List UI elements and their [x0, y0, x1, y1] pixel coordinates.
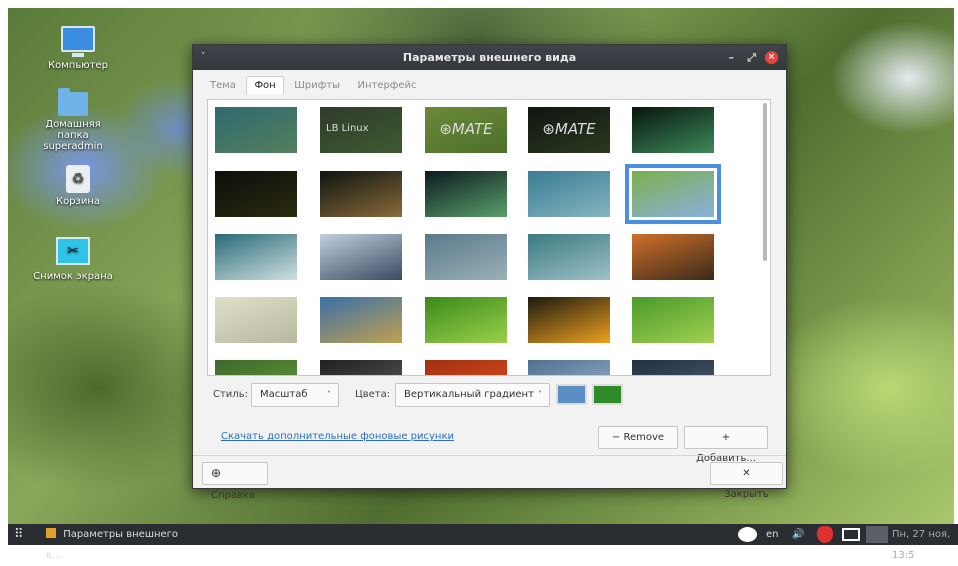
wallpaper-thumb[interactable] — [528, 234, 610, 280]
window-menu-button[interactable]: ˅ — [201, 45, 206, 70]
colors-value: Вертикальный градиент — [404, 389, 534, 400]
wallpaper-caption: LB Linux — [326, 123, 369, 134]
wallpaper-thumb[interactable] — [215, 171, 297, 217]
network-icon[interactable] — [842, 528, 860, 541]
eye-icon[interactable] — [738, 527, 757, 542]
wallpaper-thumb[interactable] — [625, 164, 721, 224]
help-icon: ⊕ — [211, 466, 222, 480]
desktop-icon-home[interactable]: Домашняя папка superadmin — [28, 88, 118, 152]
wallpaper-thumb[interactable] — [528, 360, 610, 375]
gallery-scrollbar[interactable] — [763, 103, 767, 261]
help-label: Справка — [211, 490, 256, 501]
tab-theme[interactable]: Тема — [203, 77, 243, 94]
desktop-icon-label: Снимок экрана — [33, 271, 113, 282]
tab-fonts[interactable]: Шрифты — [287, 77, 347, 94]
style-label: Стиль: — [213, 389, 248, 400]
tab-interface[interactable]: Интерфейс — [351, 77, 424, 94]
style-combobox[interactable]: Масштаб ˅ — [251, 383, 339, 407]
wallpaper-thumb[interactable] — [632, 360, 714, 375]
clock[interactable]: Пн, 27 ноя, 13:5 — [892, 524, 958, 566]
wallpaper-thumb[interactable] — [425, 171, 507, 217]
desktop-icon-computer[interactable]: Компьютер — [33, 26, 123, 71]
minimize-button[interactable]: – — [729, 45, 735, 70]
wallpaper-thumb[interactable] — [528, 297, 610, 343]
task-label: Параметры внешнего в... — [46, 529, 179, 561]
window-title: Параметры внешнего вида — [402, 51, 577, 64]
desktop-icon-trash[interactable]: ♻ Корзина — [33, 165, 123, 207]
appearance-preferences-window: ˅ Параметры внешнего вида – ⤢ × Тема Фон… — [192, 44, 787, 501]
tray-icon — [866, 526, 888, 543]
maximize-button[interactable]: ⤢ — [747, 45, 756, 70]
wallpaper-thumb[interactable] — [320, 171, 402, 217]
chevron-down-icon: ˅ — [538, 390, 542, 399]
keyboard-layout[interactable]: en — [766, 524, 779, 545]
wallpaper-thumb[interactable]: ⊛MATE — [425, 107, 507, 153]
shield-icon[interactable] — [817, 526, 833, 543]
volume-icon[interactable]: 🔊 — [792, 524, 804, 545]
wallpaper-caption: ⊛MATE — [439, 120, 493, 138]
wallpaper-thumb[interactable] — [632, 297, 714, 343]
taskbar-task[interactable]: Параметры внешнего в... — [46, 524, 196, 566]
wallpaper-thumb[interactable] — [215, 297, 297, 343]
remove-button[interactable]: − Remove — [598, 426, 678, 449]
wallpaper-thumb[interactable]: LB Linux — [320, 107, 402, 153]
wallpaper-thumb[interactable] — [632, 107, 714, 153]
home-folder-icon — [58, 88, 88, 116]
download-wallpapers-link[interactable]: Скачать дополнительные фоновые рисунки — [221, 431, 454, 442]
task-app-icon — [46, 528, 56, 538]
monitor-icon — [61, 26, 95, 57]
wallpaper-thumb[interactable] — [632, 234, 714, 280]
wallpaper-thumb[interactable]: ⊛MATE — [528, 107, 610, 153]
tab-background[interactable]: Фон — [246, 76, 284, 94]
wallpaper-thumb[interactable] — [215, 234, 297, 280]
primary-color-button[interactable] — [556, 384, 587, 405]
colors-label: Цвета: — [355, 389, 391, 400]
window-titlebar[interactable]: ˅ Параметры внешнего вида – ⤢ × — [193, 45, 786, 70]
wallpaper-caption: ⊛MATE — [542, 120, 596, 138]
wallpaper-thumb[interactable] — [425, 234, 507, 280]
wallpaper-thumb[interactable] — [215, 360, 297, 375]
trash-icon: ♻ — [66, 165, 90, 193]
wallpaper-gallery[interactable]: LB Linux ⊛MATE ⊛MATE — [207, 99, 771, 376]
close-window-button[interactable]: × — [765, 51, 778, 64]
desktop-icon-label: Корзина — [55, 196, 101, 207]
close-button[interactable]: ✕ Закрыть — [710, 462, 783, 500]
chevron-down-icon: ˅ — [327, 390, 331, 399]
add-button[interactable]: + Добавить... — [684, 426, 768, 464]
tab-bar: Тема Фон Шрифты Интерфейс — [203, 76, 424, 96]
wallpaper-thumb[interactable] — [425, 297, 507, 343]
taskbar: ⠿ Параметры внешнего в... en 🔊 Пн, 27 но… — [8, 524, 958, 561]
desktop-icon-screenshot[interactable]: ✂ Снимок экрана — [28, 237, 118, 282]
secondary-color-button[interactable] — [592, 384, 623, 405]
wallpaper-thumb[interactable] — [215, 107, 297, 153]
wallpaper-thumb[interactable] — [320, 360, 402, 375]
wallpaper-thumb[interactable] — [425, 360, 507, 375]
desktop-icon-label: Домашняя папка superadmin — [43, 119, 103, 152]
footer-separator — [193, 455, 786, 456]
apps-menu-icon[interactable]: ⠿ — [14, 524, 24, 545]
screenshot-icon: ✂ — [56, 237, 90, 265]
wallpaper-thumb[interactable] — [320, 297, 402, 343]
desktop-icon-label: Компьютер — [48, 60, 108, 71]
wallpaper-thumb[interactable] — [528, 171, 610, 217]
help-button[interactable]: ⊕ Справка — [202, 462, 268, 501]
style-value: Масштаб — [260, 389, 308, 400]
colors-combobox[interactable]: Вертикальный градиент ˅ — [395, 383, 550, 407]
wallpaper-thumb[interactable] — [320, 234, 402, 280]
